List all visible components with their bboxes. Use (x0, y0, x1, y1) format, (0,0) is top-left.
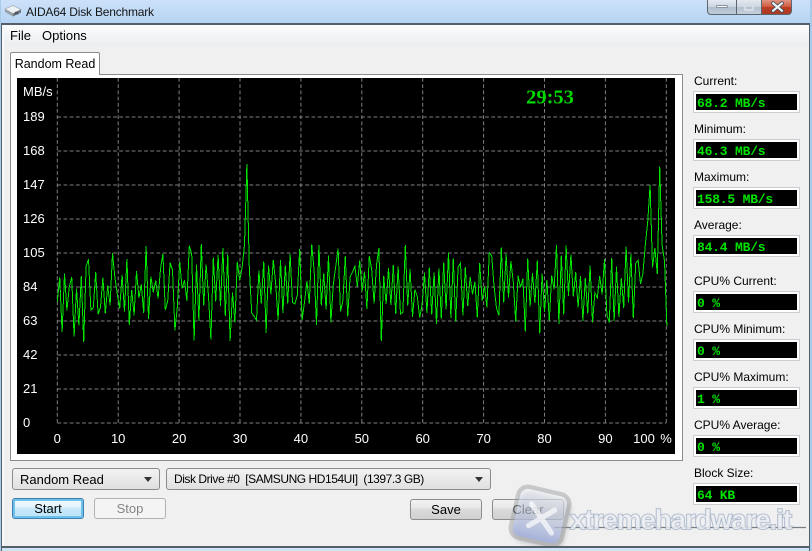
svg-text:60: 60 (415, 431, 429, 446)
svg-text:0: 0 (23, 415, 30, 430)
svg-text:MB/s: MB/s (23, 84, 53, 99)
svg-text:50: 50 (355, 431, 369, 446)
svg-text:29:53: 29:53 (526, 87, 574, 109)
svg-text:147: 147 (23, 177, 45, 192)
svg-text:xtremehardware.it: xtremehardware.it (570, 504, 792, 535)
svg-text:%: % (660, 431, 672, 446)
svg-text:0: 0 (54, 431, 61, 446)
svg-text:10: 10 (111, 431, 125, 446)
svg-text:20: 20 (172, 431, 186, 446)
svg-text:21: 21 (23, 381, 37, 396)
svg-text:105: 105 (23, 245, 45, 260)
svg-text:90: 90 (598, 431, 612, 446)
svg-text:40: 40 (294, 431, 308, 446)
svg-text:168: 168 (23, 143, 45, 158)
svg-text:42: 42 (23, 347, 37, 362)
svg-text:84: 84 (23, 279, 37, 294)
svg-text:30: 30 (233, 431, 247, 446)
svg-text:100: 100 (633, 431, 655, 446)
svg-text:189: 189 (23, 109, 45, 124)
svg-text:70: 70 (476, 431, 490, 446)
svg-text:126: 126 (23, 211, 45, 226)
svg-text:63: 63 (23, 313, 37, 328)
svg-text:80: 80 (537, 431, 551, 446)
